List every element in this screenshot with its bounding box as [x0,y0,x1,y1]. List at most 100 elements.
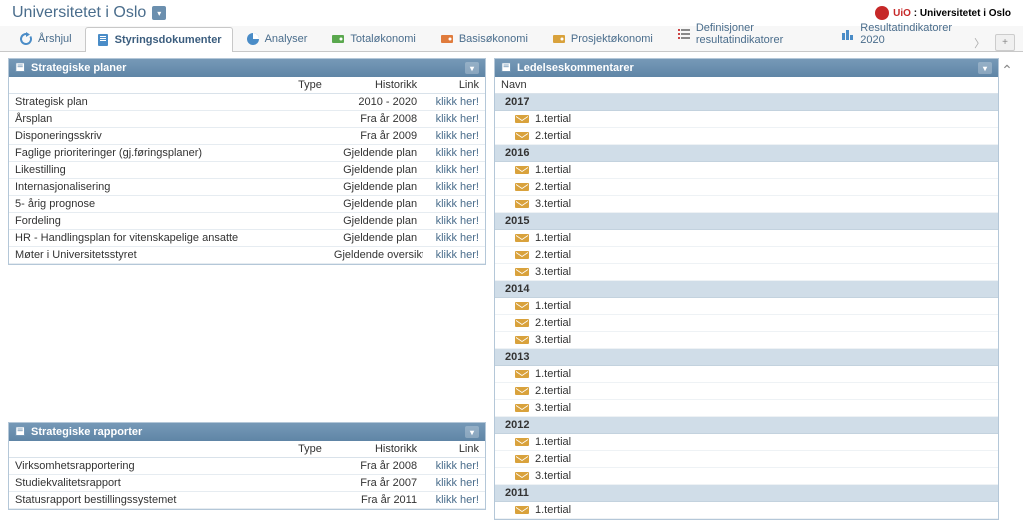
row-link[interactable]: klikk her! [423,145,485,162]
tab-total-konomi[interactable]: Totaløkonomi [320,26,426,51]
tertial-row[interactable]: 2.tertial [495,451,998,468]
plans-table: Type Historikk Link Strategisk plan2010 … [9,77,485,264]
message-icon [515,182,529,192]
title-dropdown-icon[interactable]: ▾ [152,6,166,20]
panel-strategic-plans: Strategiske planer ▾ Type Historikk Link… [8,58,486,265]
tabs-scroll-right-icon[interactable]: 〉 [970,35,989,51]
row-link[interactable]: klikk her! [423,128,485,145]
row-type [271,247,328,264]
reports-col-name [9,441,271,458]
scroll-up-icon[interactable]: ⌃ [999,58,1015,510]
tab-definisjoner-resultatindikatorer[interactable]: Definisjoner resultatindikatorer [666,16,828,51]
message-icon [515,199,529,209]
row-link[interactable]: klikk her! [423,475,485,492]
row-link[interactable]: klikk her! [423,162,485,179]
year-row[interactable]: 2013 [495,349,998,366]
row-link[interactable]: klikk her! [423,111,485,128]
panel-comments: Ledelseskommentarer ▾ Navn 20171.tertial… [494,58,999,520]
wallet3-icon [552,32,566,46]
row-type [271,492,328,509]
year-row[interactable]: 2014 [495,281,998,298]
panel-header-comments[interactable]: Ledelseskommentarer ▾ [495,59,998,77]
add-tab-button[interactable]: + [995,34,1015,51]
row-link[interactable]: klikk her! [423,196,485,213]
tertial-label: 1.tertial [535,504,571,516]
tab-analyser[interactable]: Analyser [235,26,319,51]
tertial-label: 3.tertial [535,334,571,346]
row-type [271,230,328,247]
tertial-row[interactable]: 3.tertial [495,332,998,349]
row-hist: Gjeldende plan [328,230,423,247]
tertial-row[interactable]: 1.tertial [495,366,998,383]
row-hist: 2010 - 2020 [328,94,423,111]
wallet-icon [331,32,345,46]
row-type [271,94,328,111]
row-link[interactable]: klikk her! [423,492,485,509]
year-row[interactable]: 2017 [495,94,998,111]
tertial-label: 1.tertial [535,368,571,380]
tab-bar: Årshjul Styringsdokumenter AnalyserTotaløk… [0,26,1023,52]
tab--rshjul[interactable]: Årshjul [8,26,83,51]
panel-reports-collapse-icon[interactable]: ▾ [465,426,479,438]
tertial-row[interactable]: 2.tertial [495,383,998,400]
tertial-label: 2.tertial [535,249,571,261]
year-row[interactable]: 2011 [495,485,998,502]
message-icon [515,114,529,124]
tertial-row[interactable]: 1.tertial [495,434,998,451]
panel-header-reports[interactable]: Strategiske rapporter ▾ [9,423,485,441]
page-title: Universitetet i Oslo ▾ [12,4,166,22]
table-row: VirksomhetsrapporteringFra år 2008klikk … [9,458,485,475]
tertial-row[interactable]: 3.tertial [495,264,998,281]
tertial-row[interactable]: 1.tertial [495,502,998,519]
tertial-label: 3.tertial [535,198,571,210]
tab-styringsdokumenter[interactable]: Styringsdokumenter [85,27,233,52]
panel-comments-collapse-icon[interactable]: ▾ [978,62,992,74]
reports-col-link: Link [423,441,485,458]
row-link[interactable]: klikk her! [423,213,485,230]
row-link[interactable]: klikk her! [423,230,485,247]
tertial-row[interactable]: 1.tertial [495,230,998,247]
row-name: Fordeling [9,213,271,230]
table-row: Faglige prioriteringer (gj.føringsplaner… [9,145,485,162]
comments-body: Navn 20171.tertial2.tertial20161.tertial… [495,77,998,519]
row-type [271,458,328,475]
message-icon [515,250,529,260]
panel-comments-title: Ledelseskommentarer [517,62,634,74]
page-title-text: Universitetet i Oslo [12,4,146,22]
message-icon [515,233,529,243]
year-row[interactable]: 2012 [495,417,998,434]
tab-basis-konomi[interactable]: Basisøkonomi [429,26,539,51]
row-link[interactable]: klikk her! [423,458,485,475]
tertial-label: 2.tertial [535,385,571,397]
year-row[interactable]: 2016 [495,145,998,162]
tertial-row[interactable]: 2.tertial [495,247,998,264]
tertial-row[interactable]: 3.tertial [495,400,998,417]
tab-label: Styringsdokumenter [115,34,222,46]
plans-col-name [9,77,271,94]
row-link[interactable]: klikk her! [423,247,485,264]
tertial-row[interactable]: 2.tertial [495,128,998,145]
table-row: InternasjonaliseringGjeldende planklikk … [9,179,485,196]
row-link[interactable]: klikk her! [423,179,485,196]
row-hist: Fra år 2008 [328,111,423,128]
row-type [271,128,328,145]
year-row[interactable]: 2015 [495,213,998,230]
panel-plans-collapse-icon[interactable]: ▾ [465,62,479,74]
tertial-label: 1.tertial [535,300,571,312]
bar-icon [841,27,855,41]
tab-resultatindikatorer-2020[interactable]: Resultatindikatorer 2020 [830,16,968,51]
panel-header-plans[interactable]: Strategiske planer ▾ [9,59,485,77]
tertial-row[interactable]: 1.tertial [495,111,998,128]
tertial-row[interactable]: 1.tertial [495,162,998,179]
panel-plans-icon [15,62,27,74]
message-icon [515,301,529,311]
panel-strategic-reports: Strategiske rapporter ▾ Type Historikk L… [8,422,486,510]
tertial-row[interactable]: 2.tertial [495,315,998,332]
tertial-row[interactable]: 3.tertial [495,468,998,485]
tertial-row[interactable]: 2.tertial [495,179,998,196]
tertial-row[interactable]: 1.tertial [495,298,998,315]
tab-prosjekt-konomi[interactable]: Prosjektøkonomi [541,26,664,51]
row-hist: Gjeldende plan [328,162,423,179]
tertial-row[interactable]: 3.tertial [495,196,998,213]
row-link[interactable]: klikk her! [423,94,485,111]
